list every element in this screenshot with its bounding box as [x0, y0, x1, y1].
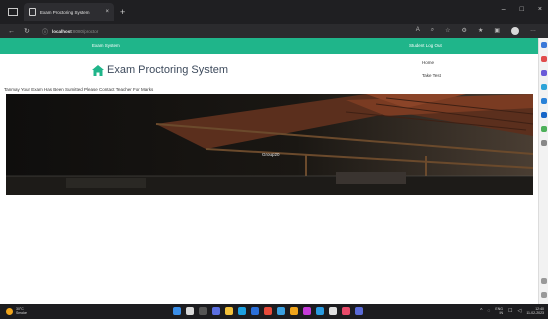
- address-input[interactable]: localhost:8080/proctor: [52, 29, 98, 34]
- zoom-icon[interactable]: ⌕: [431, 27, 434, 35]
- search-icon[interactable]: [541, 42, 547, 48]
- system-tray: ^ ◌ ENG IN ☐ ◁ 12:40 11-02-2023: [480, 307, 544, 315]
- tab-close-icon[interactable]: ×: [105, 9, 109, 15]
- maximize-button[interactable]: □: [520, 6, 524, 13]
- minimize-button[interactable]: –: [502, 6, 506, 13]
- take-test-link[interactable]: Take Test: [422, 73, 441, 78]
- browser-tool-icons: A ⌕ ☆ ⚙ ★ ▣ …: [416, 27, 536, 35]
- home-link[interactable]: Home: [422, 60, 434, 65]
- favorites-icon[interactable]: ★: [478, 27, 483, 35]
- app-icon-4[interactable]: [303, 307, 311, 315]
- tab-favicon-icon: [29, 8, 36, 16]
- url-path: :8080/proctor: [71, 28, 99, 34]
- nav-exam-system-link[interactable]: Exam System: [92, 43, 120, 48]
- tray-arrow-icon[interactable]: ^: [480, 308, 482, 314]
- weather-widget[interactable]: 30°C Smoke: [6, 307, 27, 315]
- brand-row: Exam Proctoring System Home Take Test: [0, 54, 538, 88]
- browser-tabstrip: Exam Proctoring System × + – □ ×: [0, 0, 548, 24]
- chat-icon[interactable]: [212, 307, 220, 315]
- network-icon[interactable]: ◌: [487, 308, 490, 314]
- window-controls: – □ ×: [502, 6, 542, 13]
- store-icon[interactable]: [251, 307, 259, 315]
- games-icon[interactable]: [541, 84, 547, 90]
- app-icon-5[interactable]: [316, 307, 324, 315]
- add-icon[interactable]: [541, 140, 547, 146]
- taskbar-apps: [173, 307, 363, 315]
- web-page: Exam System Student Log Out Exam Proctor…: [0, 38, 538, 304]
- nav-logout-link[interactable]: Student Log Out: [409, 43, 442, 48]
- volume-icon[interactable]: ◁: [517, 308, 521, 314]
- window-menu-icon[interactable]: [8, 8, 18, 16]
- start-icon[interactable]: [173, 307, 181, 315]
- app-icon-1[interactable]: [264, 307, 272, 315]
- office-icon[interactable]: [541, 98, 547, 104]
- browser-tab[interactable]: Exam Proctoring System ×: [24, 3, 114, 21]
- brand-label: Exam Proctoring System: [107, 64, 229, 76]
- collections-icon[interactable]: ▣: [494, 27, 500, 35]
- settings-icon[interactable]: [541, 278, 547, 284]
- language-indicator[interactable]: ENG IN: [495, 307, 503, 315]
- shopping-icon[interactable]: [541, 56, 547, 62]
- url-host: localhost: [52, 28, 72, 34]
- brand-title[interactable]: Exam Proctoring System: [92, 64, 228, 76]
- clock-date: 11-02-2023: [526, 311, 544, 315]
- extensions-icon[interactable]: ⚙: [462, 27, 467, 35]
- lang-region: IN: [499, 311, 504, 315]
- tools-icon[interactable]: [541, 70, 547, 76]
- site-info-icon[interactable]: ⓘ: [42, 27, 48, 36]
- edge-icon[interactable]: [238, 307, 246, 315]
- app-icon-6[interactable]: [329, 307, 337, 315]
- app-icon-8[interactable]: [355, 307, 363, 315]
- hero-text: Group20: [262, 152, 280, 157]
- refresh-icon[interactable]: ↻: [24, 27, 32, 35]
- weather-text: 30°C Smoke: [16, 307, 27, 315]
- hide-sidebar-icon[interactable]: [541, 292, 547, 298]
- outlook-icon[interactable]: [541, 112, 547, 118]
- app-icon-2[interactable]: [277, 307, 285, 315]
- profile-avatar[interactable]: [511, 27, 519, 35]
- hero-banner: Group20: [6, 94, 533, 195]
- clock[interactable]: 12:40 11-02-2023: [526, 307, 544, 315]
- home-icon: [92, 64, 104, 76]
- app-icon-3[interactable]: [290, 307, 298, 315]
- file-explorer-icon[interactable]: [225, 307, 233, 315]
- windows-taskbar: 30°C Smoke ^ ◌ ENG IN ☐ ◁ 12:40 11-02-20…: [0, 304, 548, 319]
- close-window-button[interactable]: ×: [538, 6, 542, 13]
- drop-icon[interactable]: [541, 126, 547, 132]
- hero-background-image: [6, 94, 533, 195]
- wifi-icon[interactable]: ☐: [508, 308, 512, 314]
- tab-title: Exam Proctoring System: [40, 9, 90, 15]
- favorite-star-icon[interactable]: ☆: [445, 27, 450, 35]
- task-view-icon[interactable]: [199, 307, 207, 315]
- site-navbar: Exam System Student Log Out: [0, 38, 538, 54]
- submission-message: Tanmay Your Exam Has Been Sumitted Pleas…: [4, 87, 154, 92]
- search-taskbar-icon[interactable]: [186, 307, 194, 315]
- more-menu-icon[interactable]: …: [530, 27, 536, 35]
- read-aloud-icon[interactable]: A: [416, 27, 420, 35]
- new-tab-button[interactable]: +: [120, 7, 125, 17]
- weather-desc: Smoke: [16, 311, 27, 315]
- browser-toolbar: ← ↻ ⓘ localhost:8080/proctor A ⌕ ☆ ⚙ ★ ▣…: [0, 24, 548, 38]
- browser-edge-sidebar: [538, 38, 548, 304]
- back-icon[interactable]: ←: [8, 28, 16, 35]
- app-icon-7[interactable]: [342, 307, 350, 315]
- weather-sun-icon: [6, 307, 13, 315]
